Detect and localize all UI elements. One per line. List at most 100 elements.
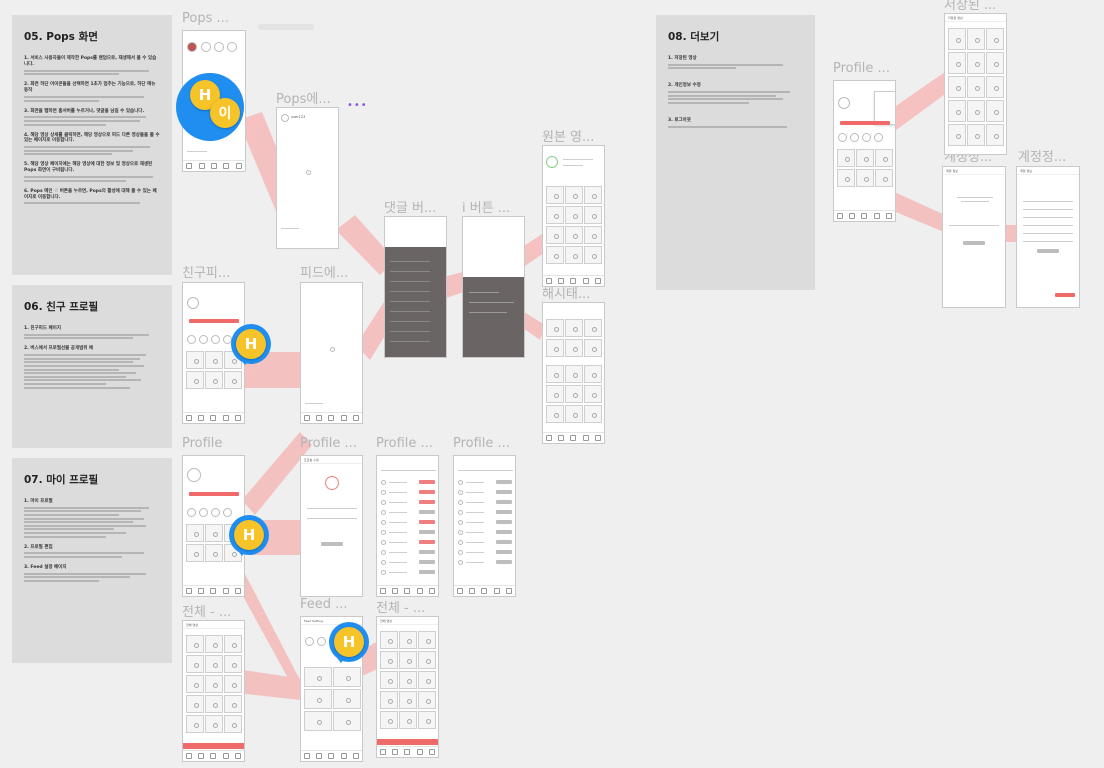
doc-title: 06. 친구 프로필 [24, 301, 99, 313]
video-thumbnail [399, 651, 417, 669]
text-placeholder-line [466, 542, 484, 544]
doc-text-line [24, 116, 147, 119]
video-thumbnail [967, 28, 985, 50]
status-badge [419, 510, 435, 514]
frame-all-1[interactable]: 전체 영상 [182, 620, 245, 762]
frame-label-feed-e[interactable]: 피드에... [300, 262, 348, 281]
video-thumbnail [875, 169, 893, 187]
video-thumbnail [380, 651, 398, 669]
video-thumbnail [986, 52, 1004, 74]
frame-profile-list-2[interactable] [453, 455, 516, 597]
video-thumbnail [418, 691, 436, 709]
video-thumbnail [565, 226, 583, 244]
frame-label-original[interactable]: 원본 영... [542, 126, 594, 145]
nav-tab-icon [222, 415, 229, 421]
frame-header: 저장된 영상 [945, 14, 1006, 22]
video-thumbnail [205, 635, 223, 653]
nav-tab-icon [392, 749, 399, 755]
frame-all-2[interactable]: 전체 영상 [376, 616, 439, 758]
primary-button [189, 492, 239, 496]
frame-profile-list-1[interactable] [376, 455, 439, 597]
doc-text-line [24, 123, 106, 126]
text-placeholder-line [469, 312, 507, 314]
text-placeholder-line [390, 261, 430, 263]
doc-text-line [668, 125, 787, 128]
collaborator-avatar-icon[interactable]: 이 [210, 98, 240, 128]
frame-profile-more[interactable] [833, 80, 896, 222]
bottom-nav-bar [377, 585, 438, 596]
bottom-nav-bar [543, 275, 604, 286]
frame-label-profile-3[interactable]: Profile ... [376, 436, 433, 451]
frame-label-profile-more[interactable]: Profile ... [833, 61, 890, 76]
frame-label-profile-2[interactable]: Profile ... [300, 436, 357, 451]
frame-profile-edit[interactable]: 프로필 수정 [300, 455, 363, 597]
nav-tab-icon [198, 588, 205, 594]
avatar [305, 637, 314, 646]
collaborator-avatar-icon[interactable]: H [236, 329, 266, 359]
frame-label-pops[interactable]: Pops ... [182, 11, 229, 26]
video-thumbnail [875, 149, 893, 167]
frame-label-friend-profile[interactable]: 친구피... [182, 262, 230, 281]
frame-label-all-2[interactable]: 전체 - ... [376, 597, 425, 616]
frame-label-i-button[interactable]: i 버튼 ... [462, 197, 510, 216]
video-thumbnail [186, 675, 204, 693]
nav-tab-icon [380, 588, 387, 594]
bottom-nav-bar [183, 750, 244, 761]
frame-account-info-2[interactable]: 계정 정보 [1016, 166, 1080, 308]
avatar [458, 540, 463, 545]
frame-pops-e[interactable]: user123 [276, 107, 339, 249]
avatar [325, 476, 339, 490]
frame-saved-videos[interactable]: 저장된 영상 [944, 13, 1007, 155]
video-thumbnail [186, 655, 204, 673]
frame-comment-button[interactable] [384, 216, 447, 358]
collaborator-avatar-icon[interactable]: H [234, 520, 264, 550]
frame-i-button[interactable] [462, 216, 525, 358]
frame-feed-e[interactable] [300, 282, 363, 424]
frame-label-comment-button[interactable]: 댓글 버... [384, 197, 436, 216]
horizontal-scrollbar[interactable] [258, 24, 314, 30]
frame-original[interactable] [542, 145, 605, 287]
nav-tab-icon [328, 415, 335, 421]
text-placeholder-line [469, 302, 514, 304]
collaborator-avatar-icon[interactable]: H [334, 627, 364, 657]
avatar [381, 570, 386, 575]
doc-section-title: 3. Feed 설정 페이지 [24, 565, 67, 571]
nav-tab-icon [352, 415, 359, 421]
doc-text-line [24, 379, 141, 382]
nav-tab-icon [594, 435, 601, 441]
primary-button [840, 121, 890, 125]
doc-panel-friend-profile: 06. 친구 프로필 1. 친구피드 페이지 2. 버스에서 프로필선물 공개범… [12, 285, 172, 448]
text-placeholder-line [563, 165, 583, 167]
video-thumbnail [967, 124, 985, 146]
nav-tab-icon [316, 753, 323, 759]
bottom-nav-bar [543, 432, 604, 443]
frame-label-saved[interactable]: 저장된 ... [944, 0, 996, 13]
video-thumbnail [186, 371, 204, 389]
frame-label-profile[interactable]: Profile [182, 436, 222, 451]
nav-tab-icon [416, 749, 423, 755]
text-placeholder-line [466, 522, 484, 524]
frame-account-info-1[interactable]: 계정 정보 [942, 166, 1006, 308]
frame-header: 계정 정보 [943, 167, 1005, 175]
doc-section-title: 3. 로그아웃 [668, 118, 691, 124]
frame-label-pops-e[interactable]: Pops에... [276, 88, 331, 107]
video-thumbnail [399, 631, 417, 649]
avatar [306, 170, 311, 175]
avatar [187, 42, 197, 52]
nav-tab-icon [428, 749, 435, 755]
avatar [850, 133, 859, 142]
frame-label-account-2[interactable]: 계정정... [1018, 146, 1066, 165]
avatar [211, 335, 220, 344]
nav-tab-icon [570, 435, 577, 441]
status-badge [496, 500, 512, 504]
video-thumbnail [186, 695, 204, 713]
frame-label-all-1[interactable]: 전체 - ... [182, 601, 231, 620]
text-placeholder-line [466, 482, 484, 484]
text-placeholder-line [949, 225, 999, 227]
overflow-dots-icon[interactable]: ••• [347, 100, 368, 111]
doc-text-line [24, 146, 151, 149]
frame-hashtag[interactable] [542, 302, 605, 444]
design-canvas[interactable]: ••• 05. Pops 화면 1. 서비스 사용자들이 제작한 Pops를 랜… [0, 0, 1104, 768]
frame-label-profile-4[interactable]: Profile ... [453, 436, 510, 451]
frame-label-feed-dots[interactable]: Feed ... [300, 597, 348, 612]
